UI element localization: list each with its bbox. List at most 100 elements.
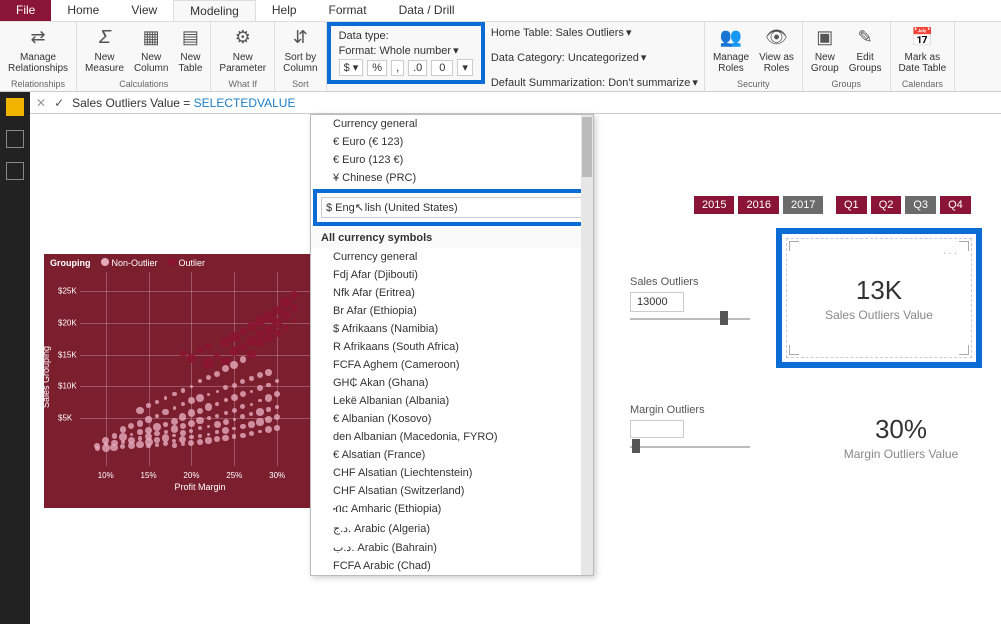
- data-point[interactable]: [180, 350, 186, 356]
- quarter-pill-Q2[interactable]: Q2: [871, 196, 902, 214]
- data-point[interactable]: [264, 325, 273, 334]
- data-point[interactable]: [257, 385, 263, 391]
- currency-option[interactable]: د.ب. Arabic (Bahrain): [311, 538, 593, 557]
- data-point[interactable]: [137, 429, 142, 434]
- data-point[interactable]: [230, 361, 238, 369]
- data-point[interactable]: [171, 425, 178, 432]
- data-point[interactable]: [188, 420, 195, 427]
- data-point[interactable]: [197, 408, 203, 414]
- margin-slicer-value[interactable]: [630, 420, 684, 438]
- data-point[interactable]: [181, 388, 186, 393]
- data-point[interactable]: [214, 353, 221, 360]
- data-point[interactable]: [232, 434, 236, 438]
- data-point[interactable]: [223, 385, 228, 390]
- data-point[interactable]: [102, 437, 108, 443]
- data-point[interactable]: [181, 402, 185, 406]
- card-more-options[interactable]: ...: [943, 243, 959, 257]
- data-point[interactable]: [196, 394, 204, 402]
- tab-data-drill[interactable]: Data / Drill: [383, 0, 471, 21]
- currency-option[interactable]: GH₵ Akan (Ghana): [311, 374, 593, 392]
- scatter-chart[interactable]: Grouping Non-Outlier Outlier Sales Group…: [44, 254, 344, 508]
- quarter-pill-Q1[interactable]: Q1: [836, 196, 867, 214]
- data-point[interactable]: [265, 369, 271, 375]
- data-point[interactable]: [207, 433, 210, 436]
- currency-option[interactable]: CHF Alsatian (Switzerland): [311, 482, 593, 500]
- data-point[interactable]: [136, 441, 143, 448]
- data-point[interactable]: [214, 436, 220, 442]
- data-point[interactable]: [265, 426, 272, 433]
- sales-outliers-card[interactable]: ... 13K Sales Outliers Value: [786, 238, 972, 358]
- new-parameter-button[interactable]: ⚙New Parameter: [217, 24, 268, 76]
- data-point[interactable]: [240, 356, 247, 363]
- tab-format[interactable]: Format: [313, 0, 383, 21]
- data-point[interactable]: [145, 416, 151, 422]
- new-table-button[interactable]: ▤New Table: [176, 24, 204, 76]
- data-point[interactable]: [155, 443, 159, 447]
- view-as-roles-button[interactable]: 👁View as Roles: [757, 24, 796, 76]
- data-point[interactable]: [198, 379, 202, 383]
- data-point[interactable]: [274, 391, 281, 398]
- manage-relationships-button[interactable]: ⇄ Manage Relationships: [6, 24, 70, 76]
- data-point[interactable]: [128, 423, 134, 429]
- data-category-label[interactable]: Data Category: Uncategorized: [491, 52, 639, 64]
- data-point[interactable]: [136, 407, 144, 415]
- data-point[interactable]: [272, 318, 282, 328]
- data-point[interactable]: [198, 434, 202, 438]
- data-point[interactable]: [164, 430, 168, 434]
- data-point[interactable]: [275, 405, 279, 409]
- data-point[interactable]: [258, 430, 262, 434]
- currency-option[interactable]: Nfk Afar (Eritrea): [311, 284, 593, 302]
- data-point[interactable]: [240, 328, 247, 335]
- chevron-down-icon[interactable]: ▾: [626, 26, 632, 39]
- data-point[interactable]: [224, 398, 228, 402]
- data-point[interactable]: [221, 357, 230, 366]
- data-point[interactable]: [207, 416, 211, 420]
- data-point[interactable]: [283, 325, 289, 331]
- data-point[interactable]: [214, 371, 220, 377]
- formula-input[interactable]: Sales Outliers Value = SELECTEDVALUE: [72, 96, 995, 110]
- sales-slicer-handle[interactable]: [720, 311, 728, 325]
- data-point[interactable]: [223, 419, 229, 425]
- data-point[interactable]: [250, 390, 253, 393]
- edit-groups-button[interactable]: ✎Edit Groups: [847, 24, 884, 76]
- data-point[interactable]: [265, 394, 272, 401]
- currency-option[interactable]: den Albanian (Macedonia, FYRO): [311, 428, 593, 446]
- data-point[interactable]: [163, 422, 168, 427]
- data-point[interactable]: [207, 425, 210, 428]
- data-point[interactable]: [256, 418, 263, 425]
- data-point[interactable]: [229, 332, 240, 343]
- data-point[interactable]: [207, 393, 210, 396]
- data-point[interactable]: [222, 365, 229, 372]
- chevron-down-icon[interactable]: ▾: [453, 44, 459, 57]
- data-point[interactable]: [232, 427, 236, 431]
- data-point[interactable]: [154, 437, 159, 442]
- tab-modeling[interactable]: Modeling: [173, 0, 256, 21]
- data-point[interactable]: [138, 436, 142, 440]
- currency-option[interactable]: Fdj Afar (Djibouti): [311, 266, 593, 284]
- data-point[interactable]: [240, 424, 245, 429]
- data-point[interactable]: [249, 412, 253, 416]
- currency-option[interactable]: ¥ Chinese (PRC): [311, 169, 593, 187]
- decimal-stepper[interactable]: ▾: [457, 59, 473, 76]
- data-point[interactable]: [180, 423, 187, 430]
- data-point[interactable]: [205, 343, 211, 349]
- data-point[interactable]: [189, 435, 193, 439]
- currency-option[interactable]: ብር Amharic (Ethiopia): [311, 500, 593, 519]
- data-point[interactable]: [291, 304, 298, 311]
- data-point[interactable]: [215, 414, 219, 418]
- data-point[interactable]: [249, 376, 254, 381]
- data-point[interactable]: [240, 433, 245, 438]
- data-point[interactable]: [292, 318, 297, 323]
- data-point[interactable]: [256, 339, 264, 347]
- data-point[interactable]: [248, 421, 254, 427]
- data-point[interactable]: [172, 434, 176, 438]
- data-point[interactable]: [112, 433, 117, 438]
- data-point[interactable]: [196, 417, 203, 424]
- tab-file[interactable]: File: [0, 0, 51, 21]
- data-point[interactable]: [256, 330, 264, 338]
- data-point[interactable]: [232, 383, 237, 388]
- data-point[interactable]: [172, 443, 176, 447]
- data-point[interactable]: [249, 431, 255, 437]
- currency-option[interactable]: د.ج. Arabic (Algeria): [311, 519, 593, 538]
- data-point[interactable]: [224, 411, 228, 415]
